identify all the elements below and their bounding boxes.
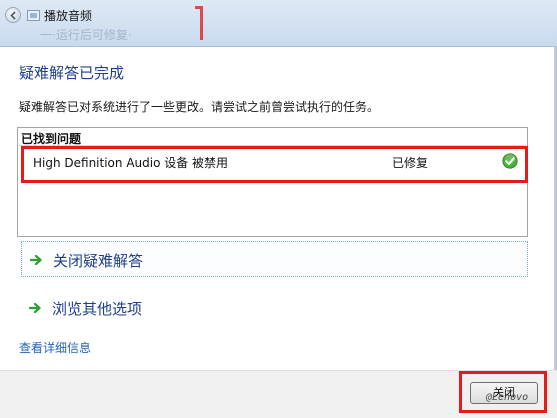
browse-options-label: 浏览其他选项 <box>52 300 143 318</box>
back-button[interactable] <box>5 7 21 23</box>
background-annotation <box>195 6 203 40</box>
watermark: @Lenovo <box>486 392 529 403</box>
background-text: 一·运行后可修复· <box>40 28 132 42</box>
check-icon <box>502 153 518 169</box>
green-arrow-icon <box>30 254 42 266</box>
view-details-link[interactable]: 查看详细信息 <box>19 339 91 356</box>
problems-list: 已找到问题 High Definition Audio 设备 被禁用 已修复 <box>17 127 528 237</box>
page-title: 疑难解答已完成 <box>19 64 125 82</box>
close-troubleshooter-label: 关闭疑难解答 <box>53 252 144 270</box>
browse-options-link[interactable]: 浏览其他选项 <box>21 290 528 326</box>
window-title: 播放音频 <box>44 9 93 23</box>
problem-status: 已修复 <box>392 156 429 170</box>
title-bar: 播放音频 一·运行后可修复· <box>0 0 557 47</box>
back-arrow-icon <box>10 11 16 20</box>
window-icon <box>27 10 40 21</box>
green-arrow-icon <box>29 302 41 314</box>
list-item[interactable]: High Definition Audio 设备 被禁用 已修复 <box>18 148 527 174</box>
close-troubleshooter-link[interactable]: 关闭疑难解答 <box>21 241 528 277</box>
divider <box>19 145 526 146</box>
page-description: 疑难解答已对系统进行了一些更改。请尝试之前曾尝试执行的任务。 <box>19 100 380 114</box>
problem-name: High Definition Audio 设备 被禁用 <box>33 156 229 170</box>
